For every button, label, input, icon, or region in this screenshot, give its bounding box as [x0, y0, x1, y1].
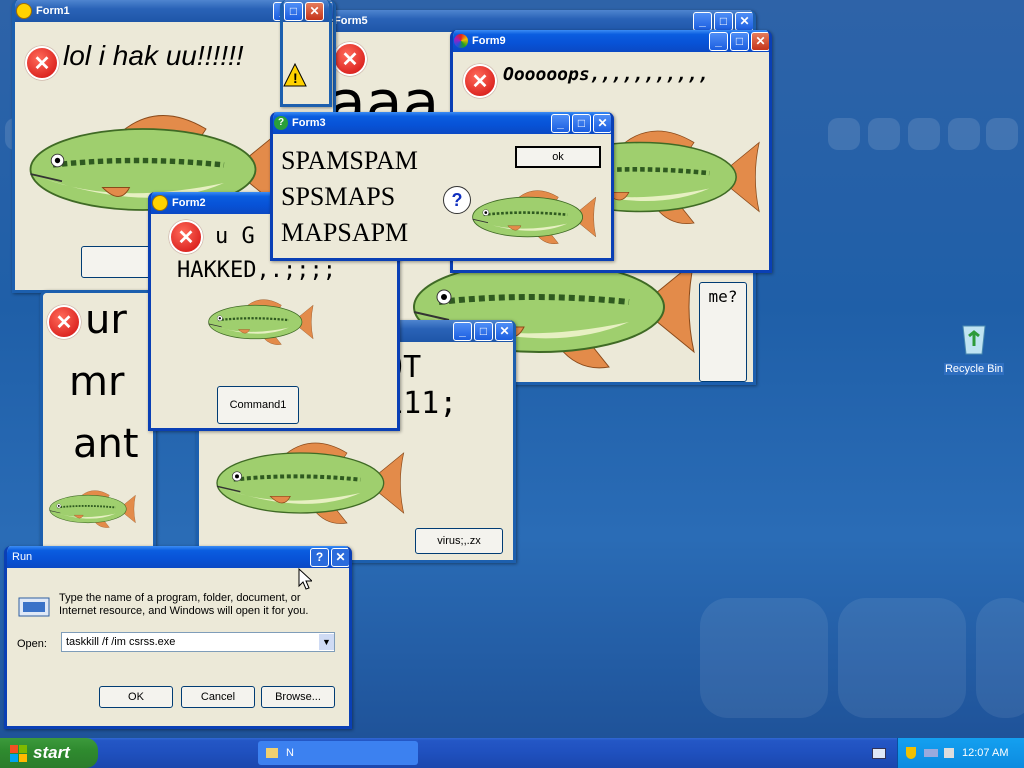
command-input-value: taskkill /f /im csrss.exe	[66, 636, 176, 648]
ok-button-label: OK	[128, 691, 144, 703]
form3-window[interactable]: ? Form3 _ □ ✕ SPAMSPAM SPSMAPS MAPSAPM o…	[270, 112, 614, 261]
form9-title: Form9	[472, 35, 506, 47]
maximize-button[interactable]: □	[474, 321, 493, 341]
cancel-button[interactable]: Cancel	[181, 686, 255, 708]
command1-button-label: Command1	[229, 399, 287, 411]
minimize-button[interactable]: _	[709, 31, 728, 51]
taskbar-task-button[interactable]: N	[258, 741, 418, 765]
minimize-button[interactable]: _	[453, 321, 472, 341]
form3-title: Form3	[292, 117, 326, 129]
error-icon: ✕	[169, 220, 203, 254]
ok-button[interactable]: ok	[515, 146, 601, 168]
virus-button[interactable]: virus;,.zx	[415, 528, 503, 554]
smiley-icon	[16, 3, 32, 19]
form1-message: lol i hak uu!!!!!!	[63, 40, 244, 71]
form2-message-line-1: u G	[215, 224, 255, 249]
help-button[interactable]: ?	[310, 547, 329, 567]
cancel-button-label: Cancel	[200, 691, 236, 703]
run-titlebar[interactable]: Run ? ✕	[7, 546, 349, 568]
fish-image	[207, 428, 407, 538]
command-input[interactable]: taskkill /f /im csrss.exe	[61, 632, 335, 652]
form-left-line-1: ur	[85, 297, 127, 343]
ok-button[interactable]: OK	[99, 686, 173, 708]
start-button[interactable]: start	[0, 738, 98, 768]
error-icon: ✕	[25, 46, 59, 80]
warning-icon: !	[283, 62, 307, 87]
network-icon[interactable]	[924, 749, 938, 757]
form5-titlebar[interactable]: Form5 _ □ ✕	[329, 10, 753, 32]
command1-button[interactable]: Command1	[217, 386, 299, 424]
windows-logo-icon	[10, 744, 27, 762]
form3-titlebar[interactable]: ? Form3 _ □ ✕	[273, 112, 611, 134]
open-label: Open:	[17, 638, 47, 650]
volume-icon[interactable]	[944, 748, 954, 758]
keyboard-icon[interactable]	[872, 748, 886, 759]
close-button[interactable]: ✕	[331, 547, 349, 567]
recycle-bin-label: Recycle Bin	[944, 363, 1004, 375]
browse-button[interactable]: Browse...	[261, 686, 335, 708]
form-left-line-2: mr	[69, 359, 125, 405]
pinwheel-icon	[454, 34, 468, 48]
folder-icon	[266, 748, 278, 758]
maximize-button[interactable]: □	[714, 11, 733, 31]
run-program-icon	[18, 597, 50, 617]
form5-side-text: me?	[708, 287, 738, 306]
form9-titlebar[interactable]: Form9 _ □ ✕	[453, 30, 769, 52]
form3-line-1: SPAMSPAM	[281, 146, 418, 175]
form2-message-line-2: HAKKED,.;;;;	[177, 258, 336, 283]
taskbar-task-label: N	[286, 747, 294, 759]
warning-titlebar[interactable]: □ ✕	[283, 0, 329, 22]
close-button[interactable]: ✕	[305, 1, 324, 21]
form5-side-button[interactable]: me?	[699, 282, 747, 382]
mouse-cursor-icon	[298, 568, 312, 590]
minimize-button[interactable]: _	[693, 11, 712, 31]
clock[interactable]: 12:07 AM	[962, 747, 1008, 759]
close-button[interactable]: ✕	[593, 113, 611, 133]
recycle-bin-icon[interactable]: Recycle Bin	[944, 322, 1004, 378]
virus-button-label: virus;,.zx	[437, 535, 481, 547]
start-label: start	[33, 743, 70, 762]
security-shield-icon[interactable]	[906, 747, 916, 759]
minimize-button[interactable]: _	[551, 113, 570, 133]
form9-message: Oooooops,,,,,,,,,,,	[503, 64, 709, 85]
warning-window[interactable]: □ ✕ !	[280, 0, 332, 107]
maximize-button[interactable]: □	[572, 113, 591, 133]
form3-line-3: MAPSAPM	[281, 218, 409, 247]
run-title: Run	[12, 551, 33, 563]
error-icon: ✕	[47, 305, 81, 339]
form1-title: Form1	[36, 5, 70, 17]
close-button[interactable]: ✕	[735, 11, 753, 31]
system-tray: 12:07 AM	[897, 738, 1024, 768]
maximize-button[interactable]: □	[284, 1, 303, 21]
help-icon: ?	[274, 116, 288, 130]
smiley-icon	[152, 195, 168, 211]
run-description: Type the name of a program, folder, docu…	[59, 592, 309, 617]
ok-button-label: ok	[552, 151, 564, 163]
browse-button-label: Browse...	[275, 691, 321, 703]
taskbar: start N 12:07 AM	[0, 738, 1024, 768]
fish-image	[465, 184, 599, 250]
fish-image	[45, 481, 137, 537]
form3-line-2: SPSMAPS	[281, 182, 396, 211]
form-left-line-3: ant	[73, 421, 139, 467]
close-button[interactable]: ✕	[495, 321, 513, 341]
dropdown-arrow-icon[interactable]: ▼	[319, 634, 334, 650]
fish-image	[177, 294, 341, 350]
form-left-window[interactable]: ✕ ur mr ant	[40, 290, 156, 556]
maximize-button[interactable]: □	[730, 31, 749, 51]
svg-text:!: !	[293, 70, 298, 86]
close-button[interactable]: ✕	[751, 31, 769, 51]
form5-title: Form5	[334, 15, 368, 27]
error-icon: ✕	[463, 64, 497, 98]
